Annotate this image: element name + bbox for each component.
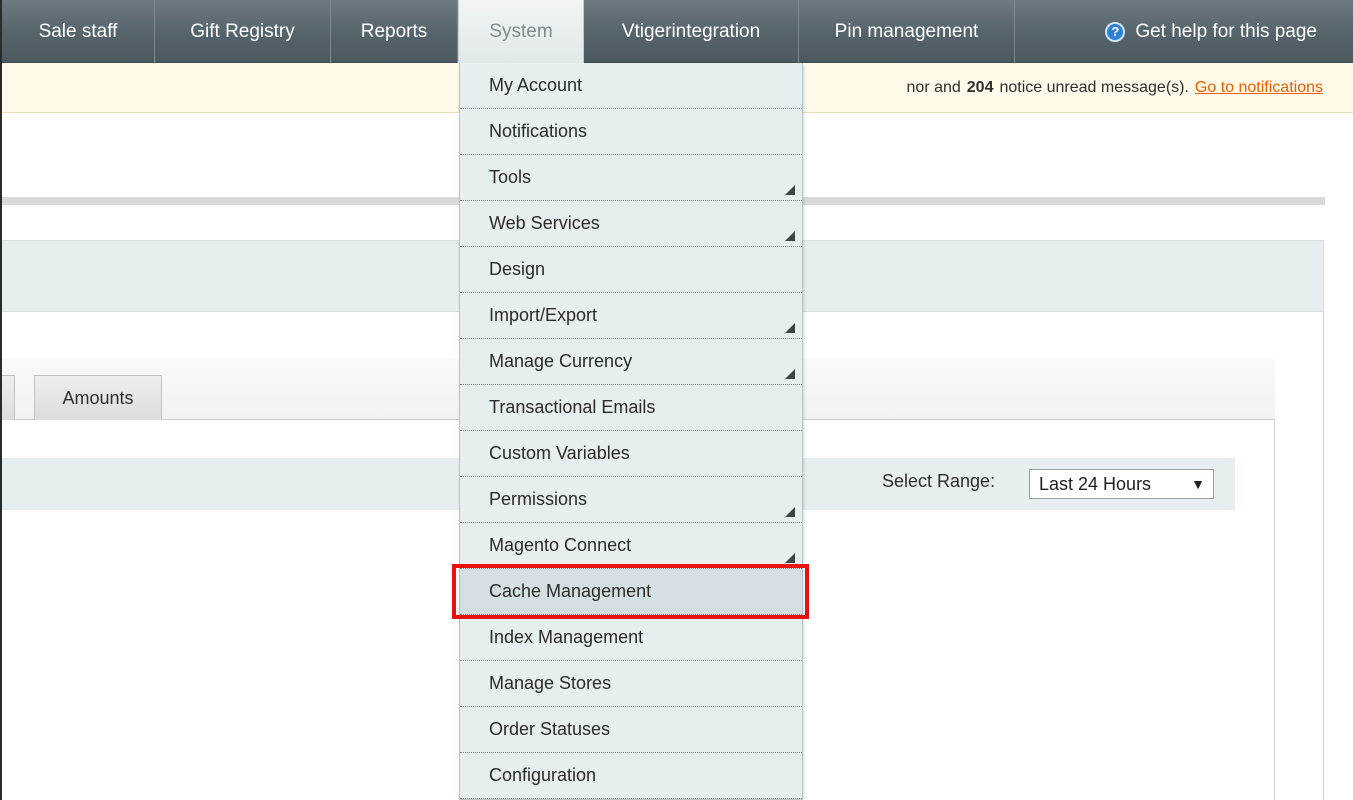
menu-item-notifications[interactable]: Notifications	[460, 109, 802, 155]
menu-item-my-account[interactable]: My Account	[460, 63, 802, 109]
menu-item-configuration[interactable]: Configuration	[460, 753, 802, 799]
menu-item-label: Permissions	[489, 489, 588, 509]
notification-count: 204	[966, 79, 994, 96]
help-link-label: Get help for this page	[1135, 20, 1317, 42]
nav-item-vtigerintegration[interactable]: Vtigerintegration	[584, 0, 799, 63]
menu-item-manage-currency[interactable]: Manage Currency	[460, 339, 802, 385]
help-link[interactable]: ? Get help for this page	[1105, 0, 1317, 63]
nav-item-pin-management[interactable]: Pin management	[799, 0, 1015, 63]
menu-item-index-management[interactable]: Index Management	[460, 615, 802, 661]
submenu-corner-icon	[785, 553, 795, 563]
menu-item-label: Import/Export	[489, 305, 598, 325]
question-circle-icon: ?	[1105, 21, 1126, 42]
caret-down-icon: ▼	[1191, 476, 1205, 492]
menu-item-magento-connect[interactable]: Magento Connect	[460, 523, 802, 569]
notification-message: nor and 204 notice unread message(s). Go…	[907, 63, 1323, 113]
menu-item-order-statuses[interactable]: Order Statuses	[460, 707, 802, 753]
notification-prefix: nor and	[906, 79, 961, 96]
menu-item-label: Index Management	[489, 627, 644, 647]
menu-item-custom-variables[interactable]: Custom Variables	[460, 431, 802, 477]
menu-item-label: Order Statuses	[489, 719, 611, 739]
menu-item-label: Design	[489, 259, 546, 279]
menu-item-label: Configuration	[489, 765, 597, 785]
menu-item-label: Magento Connect	[489, 535, 632, 555]
submenu-corner-icon	[785, 507, 795, 517]
submenu-corner-icon	[785, 231, 795, 241]
menu-item-label: Manage Currency	[489, 351, 633, 371]
menu-item-design[interactable]: Design	[460, 247, 802, 293]
menu-item-label: Web Services	[489, 213, 600, 233]
nav-item-gift-registry[interactable]: Gift Registry	[155, 0, 331, 63]
nav-item-reports[interactable]: Reports	[331, 0, 458, 63]
menu-item-import-export[interactable]: Import/Export	[460, 293, 802, 339]
submenu-corner-icon	[785, 369, 795, 379]
range-select[interactable]: Last 24 Hours ▼	[1029, 469, 1214, 499]
menu-item-web-services[interactable]: Web Services	[460, 201, 802, 247]
nav-item-system[interactable]: System	[458, 0, 584, 63]
menu-item-label: Transactional Emails	[489, 397, 656, 417]
tab-previous[interactable]	[2, 375, 15, 420]
menu-item-permissions[interactable]: Permissions	[460, 477, 802, 523]
menu-item-label: Tools	[489, 167, 532, 187]
menu-item-cache-management[interactable]: Cache Management	[460, 569, 802, 615]
menu-item-label: Cache Management	[489, 581, 652, 601]
nav-item-sale-staff[interactable]: Sale staff	[2, 0, 155, 63]
menu-item-label: Manage Stores	[489, 673, 612, 693]
submenu-corner-icon	[785, 185, 795, 195]
tab-amounts[interactable]: Amounts	[34, 375, 162, 420]
admin-page: Sale staff Gift Registry Reports System …	[0, 0, 1353, 800]
system-dropdown-menu: My Account Notifications Tools Web Servi…	[459, 63, 803, 800]
menu-item-manage-stores[interactable]: Manage Stores	[460, 661, 802, 707]
go-to-notifications-link[interactable]: Go to notifications	[1195, 79, 1323, 97]
top-navbar: Sale staff Gift Registry Reports System …	[2, 0, 1353, 63]
menu-item-label: Notifications	[489, 121, 588, 141]
range-select-value: Last 24 Hours	[1039, 473, 1152, 494]
menu-item-transactional-emails[interactable]: Transactional Emails	[460, 385, 802, 431]
select-range-label: Select Range:	[882, 471, 996, 491]
menu-item-tools[interactable]: Tools	[460, 155, 802, 201]
submenu-corner-icon	[785, 323, 795, 333]
notification-suffix: notice unread message(s).	[999, 79, 1189, 96]
menu-item-label: My Account	[489, 75, 583, 95]
menu-item-label: Custom Variables	[489, 443, 630, 463]
